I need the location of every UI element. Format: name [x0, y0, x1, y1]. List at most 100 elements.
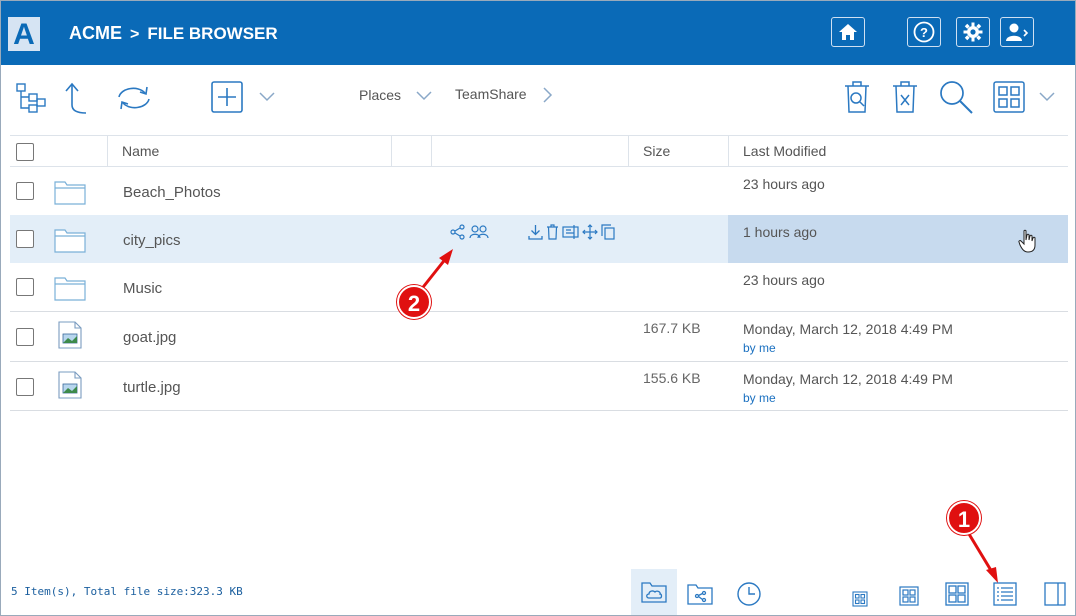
shared-folder-button[interactable] — [685, 579, 715, 609]
delete-icon — [893, 81, 917, 113]
breadcrumb-teamshare[interactable]: TeamShare — [455, 86, 554, 104]
row-checkbox[interactable] — [16, 182, 34, 200]
file-table: Name Size Last Modified Beach_Photos 23 … — [10, 135, 1068, 411]
table-row[interactable]: turtle.jpg 155.6 KB Monday, March 12, 20… — [10, 361, 1068, 411]
preview-pane-button[interactable] — [1041, 580, 1069, 608]
row-checkbox[interactable] — [16, 378, 34, 396]
grid-view-icon — [993, 81, 1025, 113]
row-checkbox[interactable] — [16, 328, 34, 346]
settings-button[interactable] — [956, 17, 990, 47]
row-checkbox[interactable] — [16, 278, 34, 296]
column-actions-header — [431, 136, 628, 166]
table-row[interactable]: city_pics 1 hours ago — [10, 215, 1068, 263]
file-size: 155.6 KB — [643, 370, 701, 386]
account-button[interactable] — [1000, 17, 1034, 47]
chevron-down-icon — [1039, 92, 1055, 102]
image-file-icon — [58, 321, 82, 349]
small-icons-view-button[interactable] — [850, 589, 870, 609]
add-icon — [211, 81, 243, 113]
help-button[interactable]: ? — [907, 17, 941, 47]
view-mode-button[interactable] — [992, 80, 1026, 114]
pointer-cursor-icon — [1018, 229, 1036, 253]
chevron-down-icon — [416, 91, 432, 101]
large-icons-view-button[interactable] — [943, 580, 971, 608]
page-title: FILE BROWSER — [147, 24, 278, 43]
file-name[interactable]: turtle.jpg — [123, 379, 181, 396]
folder-icon — [54, 229, 86, 253]
user-icon — [1006, 23, 1029, 41]
column-blank-header — [391, 136, 431, 166]
last-modified: 1 hours ago — [743, 224, 817, 240]
search-icon — [940, 81, 973, 114]
cloud-folder-icon — [641, 582, 667, 603]
brand-name[interactable]: ACME — [69, 23, 122, 43]
up-folder-button[interactable] — [59, 80, 89, 116]
file-name[interactable]: Beach_Photos — [123, 184, 221, 201]
add-dropdown-button[interactable] — [257, 87, 277, 107]
tree-view-icon — [16, 83, 46, 113]
acme-logo[interactable]: A — [8, 17, 40, 51]
share-users-icon[interactable] — [469, 224, 489, 240]
search-button[interactable] — [937, 79, 975, 115]
copy-icon[interactable] — [601, 224, 615, 240]
table-header: Name Size Last Modified — [10, 135, 1068, 167]
status-text: 5 Item(s), Total file size:323.3 KB — [11, 585, 243, 598]
home-button[interactable] — [831, 17, 865, 47]
column-size-header[interactable]: Size — [628, 136, 728, 166]
view-mode-dropdown[interactable] — [1037, 87, 1057, 107]
refresh-button[interactable] — [111, 81, 157, 115]
file-browser-window: A ACME > FILE BROWSER ? Places TeamShare… — [0, 0, 1076, 616]
recycle-bin-button[interactable] — [841, 79, 873, 115]
chevron-down-icon — [259, 92, 275, 102]
add-button[interactable] — [210, 80, 244, 114]
gear-icon — [963, 22, 983, 42]
refresh-icon — [118, 86, 150, 110]
column-name-header[interactable]: Name — [107, 136, 391, 166]
up-arrow-icon — [65, 82, 87, 114]
file-size: 167.7 KB — [643, 320, 701, 336]
tree-view-button[interactable] — [14, 81, 48, 115]
table-row[interactable]: goat.jpg 167.7 KB Monday, March 12, 2018… — [10, 311, 1068, 361]
large-icons-view-icon — [945, 582, 969, 606]
medium-icons-view-button[interactable] — [897, 584, 921, 608]
row-file-actions — [528, 224, 615, 240]
download-icon[interactable] — [528, 224, 543, 240]
cloud-folder-button[interactable] — [631, 569, 677, 615]
recent-button[interactable] — [734, 579, 764, 609]
shared-folder-icon — [687, 584, 713, 605]
breadcrumb: ACME > FILE BROWSER — [69, 23, 278, 44]
row-checkbox[interactable] — [16, 230, 34, 248]
modified-by[interactable]: by me — [743, 341, 776, 355]
svg-text:?: ? — [920, 25, 928, 40]
recycle-bin-icon — [845, 81, 869, 113]
places-label: Places — [359, 87, 402, 103]
chevron-right-icon — [543, 87, 553, 103]
table-row[interactable]: Music 23 hours ago — [10, 263, 1068, 311]
folder-icon — [54, 277, 86, 301]
preview-pane-icon — [1044, 582, 1066, 606]
select-all-checkbox[interactable] — [16, 143, 34, 161]
medium-icons-view-icon — [899, 586, 919, 606]
column-modified-header[interactable]: Last Modified — [728, 136, 1068, 166]
rename-icon[interactable] — [562, 224, 579, 240]
table-row[interactable]: Beach_Photos 23 hours ago — [10, 167, 1068, 215]
list-view-button[interactable] — [991, 580, 1019, 608]
file-name[interactable]: city_pics — [123, 232, 181, 249]
delete-icon[interactable] — [546, 224, 559, 240]
row-share-actions — [450, 224, 489, 240]
delete-button[interactable] — [889, 79, 921, 115]
home-icon — [839, 24, 857, 40]
last-modified: 23 hours ago — [743, 176, 825, 192]
list-view-icon — [993, 582, 1017, 606]
last-modified: Monday, March 12, 2018 4:49 PM — [743, 371, 953, 387]
help-icon: ? — [913, 21, 935, 43]
move-icon[interactable] — [582, 224, 598, 240]
file-name[interactable]: goat.jpg — [123, 329, 176, 346]
recent-icon — [737, 582, 761, 606]
places-menu[interactable]: Places — [359, 87, 433, 103]
modified-by[interactable]: by me — [743, 391, 776, 405]
teamshare-label: TeamShare — [455, 86, 527, 102]
share-icon[interactable] — [450, 224, 466, 240]
file-name[interactable]: Music — [123, 280, 162, 297]
last-modified: 23 hours ago — [743, 272, 825, 288]
